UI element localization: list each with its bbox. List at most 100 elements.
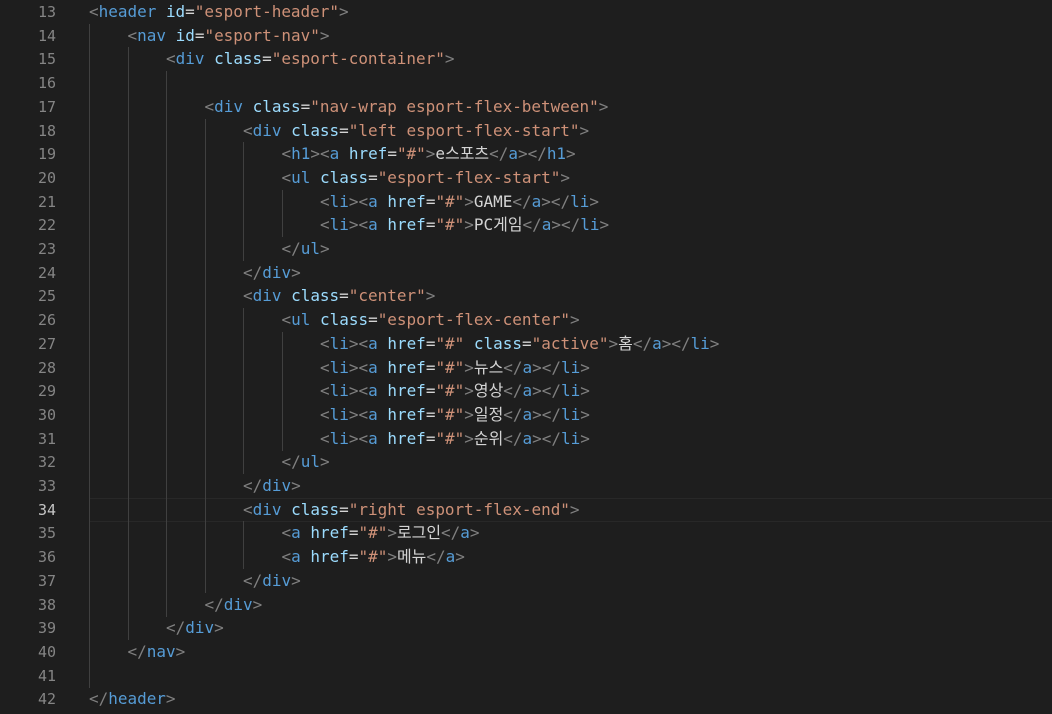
attribute-name: href	[387, 333, 426, 353]
code-line[interactable]: 33 </div>	[0, 474, 1052, 498]
indent-guide	[204, 497, 206, 522]
code-editor[interactable]: 13 <header id="esport-header"> 14 <nav id="…	[0, 0, 1052, 714]
indent-guide	[127, 142, 129, 167]
equals-sign: =	[194, 25, 205, 45]
punctuation: >	[464, 404, 474, 424]
code-line[interactable]: 21 <li><a href="#">GAME</a></li>	[0, 189, 1052, 214]
tag-name: li	[329, 381, 349, 401]
indent-guide	[89, 331, 90, 356]
indent-guide	[166, 71, 167, 96]
punctuation: >	[608, 333, 619, 353]
code-line[interactable]: 38 </div>	[0, 592, 1052, 617]
equals-sign: =	[368, 167, 378, 187]
code-text: </header>	[89, 687, 176, 711]
code-line[interactable]: 22 <li><a href="#">PC게임</a></li>	[0, 213, 1052, 238]
tag-name: a	[368, 215, 378, 235]
punctuation: >	[165, 689, 176, 709]
code-line[interactable]: 26 <ul class="esport-flex-center">	[0, 308, 1052, 333]
code-text: </ul>	[282, 450, 330, 474]
code-line[interactable]: 31 <li><a href="#">순위</a></li>	[0, 426, 1052, 451]
tag-name: div	[252, 120, 282, 140]
code-line[interactable]: 30 <li><a href="#">일정</a></li>	[0, 402, 1052, 427]
punctuation: </	[426, 547, 446, 567]
code-line[interactable]: 25 <div class="center">	[0, 284, 1052, 309]
code-line[interactable]: 20 <ul class="esport-flex-start">	[0, 165, 1052, 190]
code-line[interactable]: 24 </div>	[0, 260, 1052, 285]
attribute-value: "#"	[435, 215, 465, 235]
code-line[interactable]: 15 <div class="esport-container">	[0, 47, 1052, 72]
tag-name: li	[561, 357, 581, 377]
punctuation: </	[281, 239, 301, 258]
punctuation: <	[320, 191, 330, 211]
code-line[interactable]: 37 </div>	[0, 568, 1052, 593]
punctuation: <	[127, 25, 138, 45]
code-line[interactable]: 32 </ul>	[0, 450, 1052, 475]
code-line[interactable]: 13 <header id="esport-header">	[0, 0, 1052, 24]
punctuation: >	[464, 381, 474, 401]
tag-name: a	[460, 523, 470, 543]
code-line[interactable]: 39 </div>	[0, 616, 1052, 641]
attribute-value: "#"	[396, 144, 426, 164]
indent-guide	[243, 331, 244, 356]
code-text: <li><a href="#">뉴스</a></li>	[320, 356, 590, 380]
tag-name: a	[522, 428, 533, 448]
line-number: 32	[37, 453, 56, 472]
code-line[interactable]: 16	[0, 71, 1052, 96]
punctuation: </	[281, 452, 301, 472]
indent-guide	[89, 237, 90, 261]
punctuation: >	[464, 191, 474, 211]
equals-sign: =	[425, 333, 436, 353]
indent-guide	[204, 331, 206, 356]
text-content: 뉴스	[473, 357, 504, 377]
punctuation: <	[320, 215, 330, 235]
tag-name: a	[329, 144, 340, 164]
punctuation: >	[569, 499, 580, 519]
punctuation: </	[166, 618, 186, 638]
indent-guide	[204, 450, 206, 475]
equals-sign: =	[425, 404, 436, 424]
code-line[interactable]: 17 <div class="nav-wrap esport-flex-betwe…	[0, 94, 1052, 119]
punctuation: </	[503, 381, 523, 401]
code-line[interactable]: 23 </ul>	[0, 237, 1052, 261]
tag-name: div	[175, 49, 205, 69]
code-line[interactable]: 34 <div class="right esport-flex-end">	[0, 497, 1052, 522]
line-number: 14	[37, 26, 56, 45]
code-line[interactable]: 28 <li><a href="#">뉴스</a></li>	[0, 355, 1052, 380]
line-number: 35	[37, 524, 56, 543]
attribute-value: "esport-flex-start"	[377, 167, 561, 187]
code-line[interactable]: 35 <a href="#">로그인</a>	[0, 521, 1052, 546]
indent-guide	[127, 402, 129, 427]
punctuation: <	[320, 357, 330, 377]
indent-guide	[204, 379, 206, 404]
tag-name: li	[329, 215, 349, 235]
code-line[interactable]: 18 <div class="left esport-flex-start">	[0, 118, 1052, 143]
code-line[interactable]: 27 <li><a href="#" class="active">홈</a></…	[0, 331, 1052, 356]
attribute-name: class	[214, 49, 263, 69]
code-line[interactable]: 19 <h1><a href="#">e스포츠</a></h1>	[0, 142, 1052, 167]
line-number: 17	[37, 97, 56, 116]
line-number: 15	[37, 50, 56, 69]
code-line[interactable]: 41	[0, 663, 1052, 688]
tag-name: li	[329, 428, 349, 448]
punctuation: ><	[348, 381, 369, 401]
code-line[interactable]: 29 <li><a href="#">영상</a></li>	[0, 379, 1052, 404]
code-line[interactable]: 40 </nav>	[0, 639, 1052, 664]
punctuation: </	[243, 262, 263, 282]
tag-name: li	[561, 428, 581, 448]
code-line[interactable]: 36 <a href="#">메뉴</a>	[0, 545, 1052, 570]
text-content: 메뉴	[396, 547, 427, 567]
equals-sign: =	[425, 215, 436, 235]
punctuation: <	[320, 333, 330, 353]
indent-guide	[166, 426, 167, 451]
code-line[interactable]: 42 </header>	[0, 687, 1052, 711]
code-text: <li><a href="#">GAME</a></li>	[320, 190, 599, 214]
attribute-value: "#"	[358, 523, 388, 543]
tag-name: li	[329, 191, 349, 211]
indent-guide	[281, 189, 283, 214]
attribute-name: href	[387, 215, 426, 235]
indent-guide	[243, 402, 244, 427]
line-number: 26	[37, 311, 56, 330]
code-line[interactable]: 14 <nav id="esport-nav">	[0, 23, 1052, 48]
